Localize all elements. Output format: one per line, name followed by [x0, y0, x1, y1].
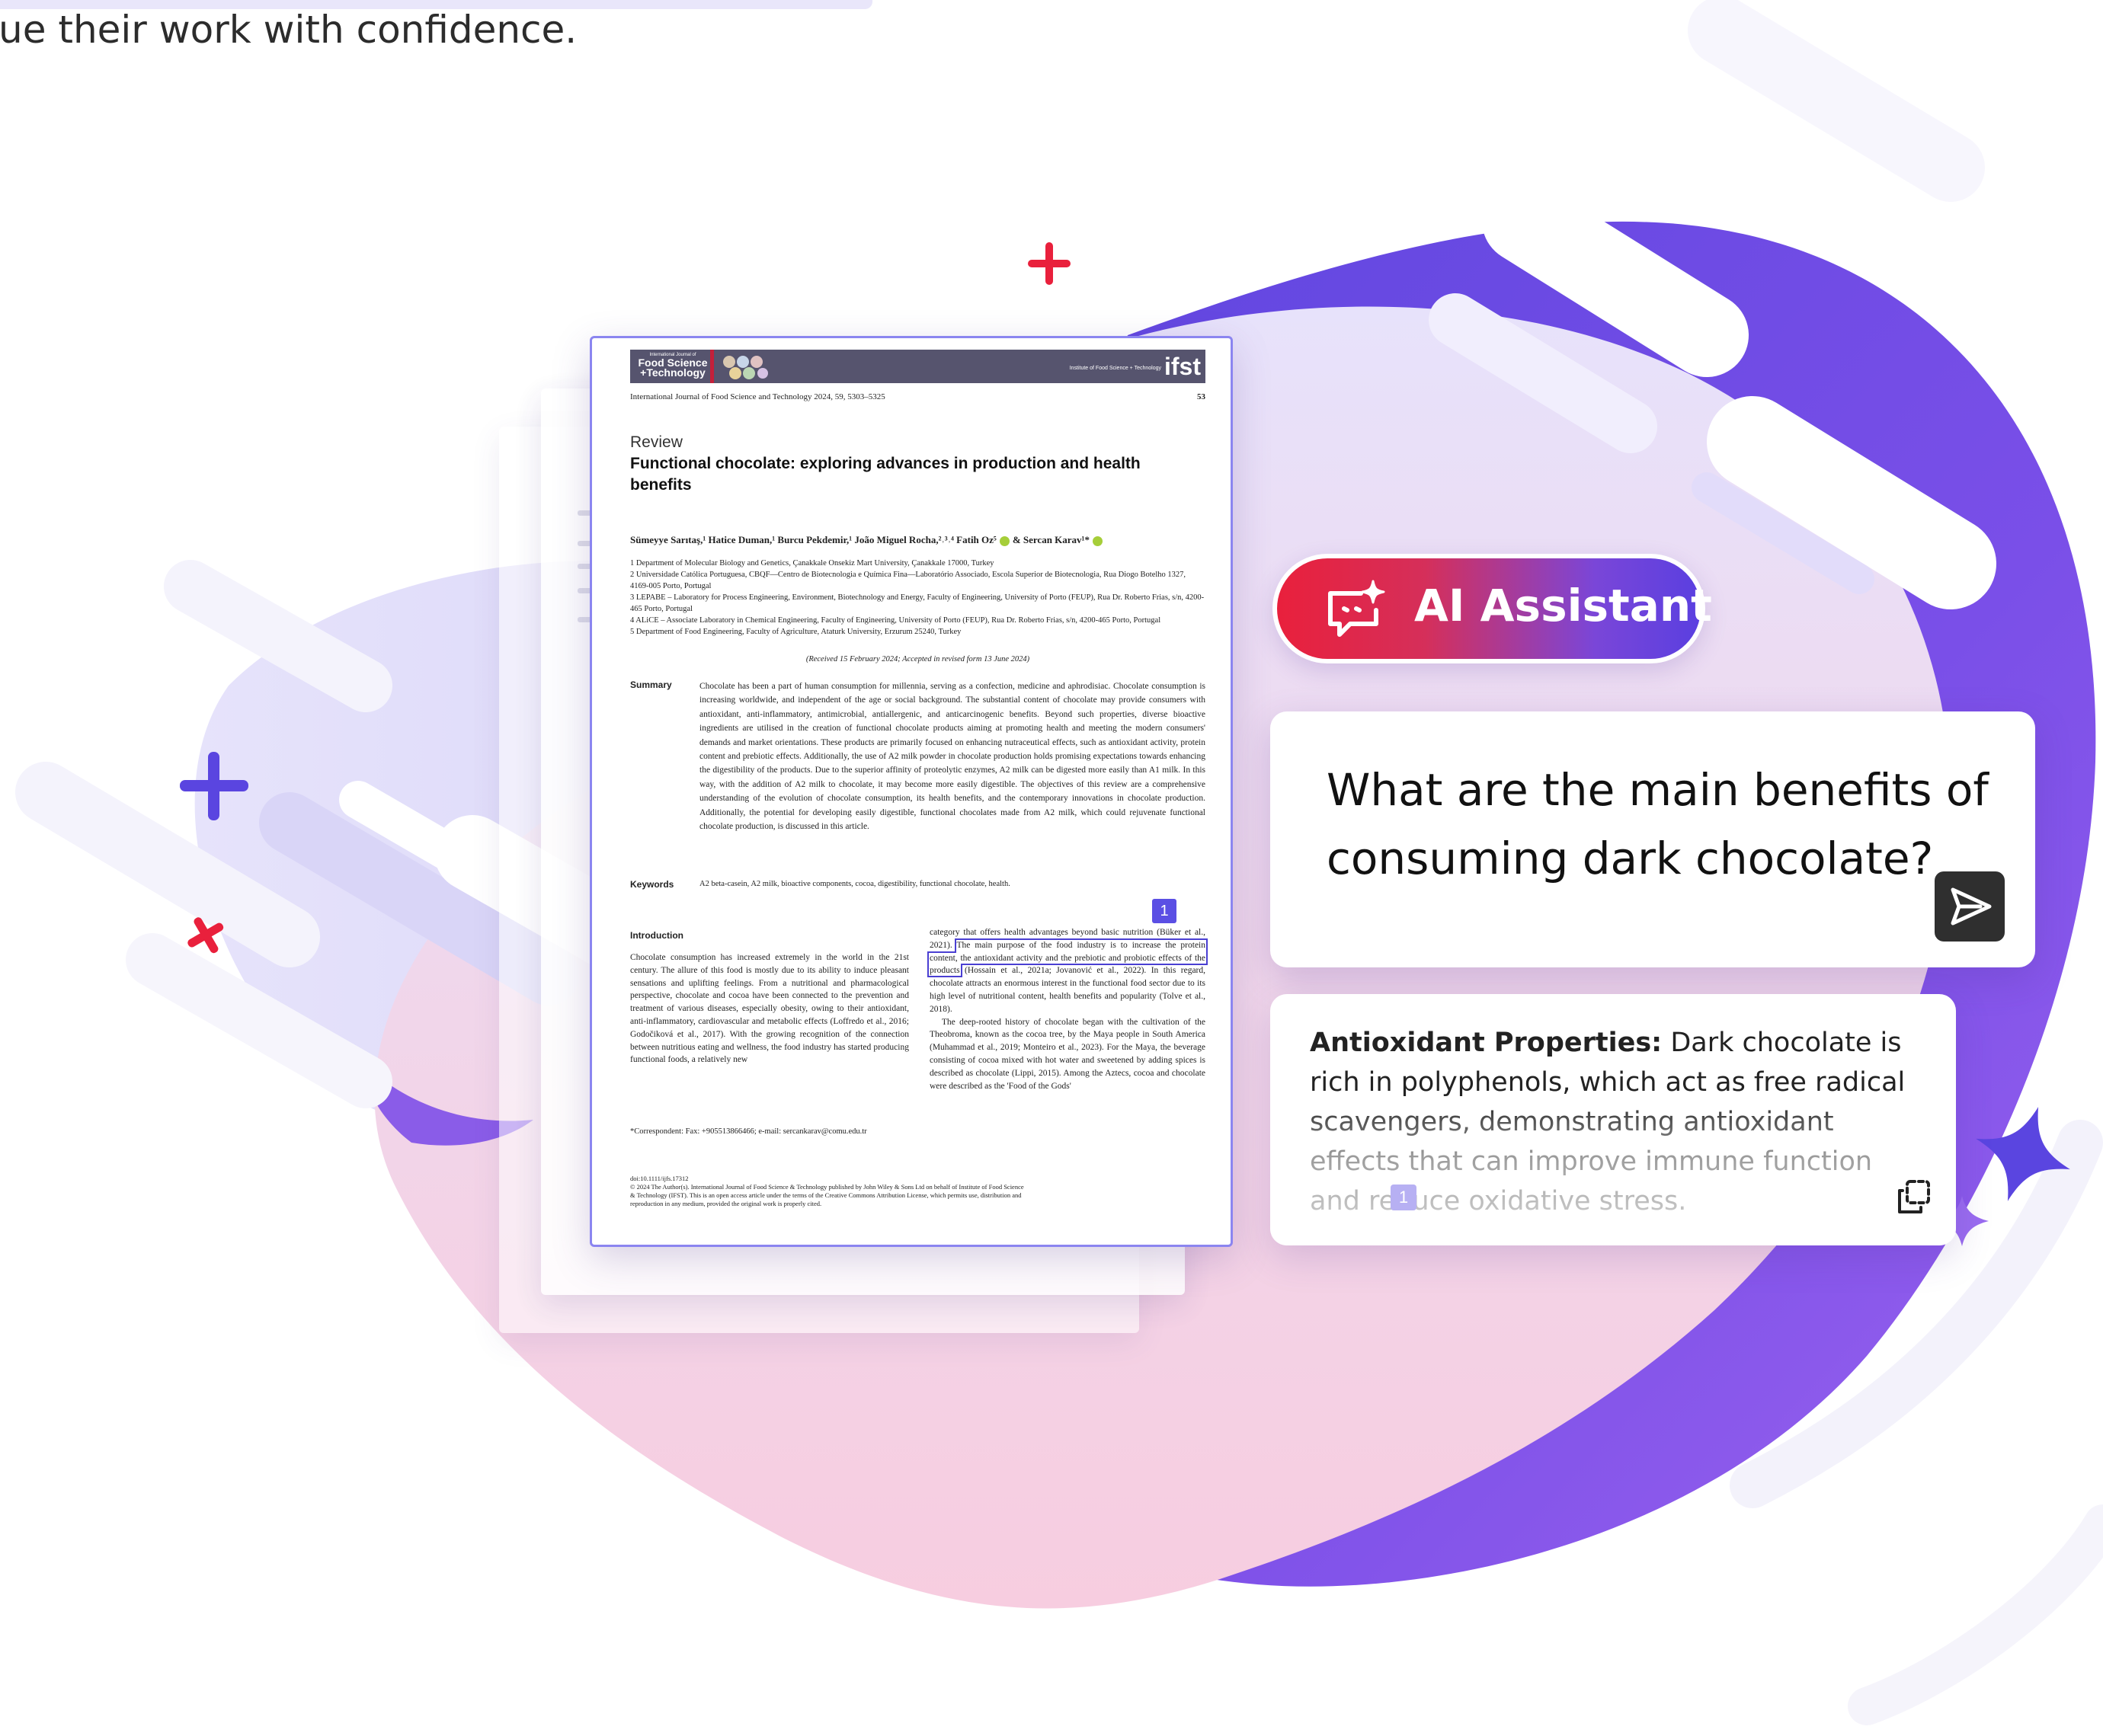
publisher-logo: Institute of Food Science + Technology if…: [1069, 353, 1201, 380]
faint-arc-2: [1848, 1504, 2103, 1725]
send-button[interactable]: [1935, 871, 2005, 942]
answer-citation-badge[interactable]: 1: [1391, 1185, 1416, 1210]
keywords-text: A2 beta-casein, A2 milk, bioactive compo…: [699, 880, 1010, 888]
journal-logo: International Journal of Food Science +T…: [638, 353, 708, 379]
keywords-label: Keywords: [630, 879, 674, 890]
article-type: Review: [630, 433, 683, 451]
license-footer: doi:10.1111/ijfs.17312 © 2024 The Author…: [630, 1175, 1024, 1207]
question-card[interactable]: What are the main benefits of consuming …: [1270, 711, 2035, 967]
citation-badge[interactable]: 1: [1152, 899, 1176, 923]
summary-label: Summary: [630, 679, 672, 690]
plus-sparkle-icon: [1028, 242, 1071, 285]
intro-column-2: category that offers health advantages b…: [927, 928, 1208, 1091]
journal-banner: International Journal of Food Science +T…: [630, 350, 1205, 383]
intro-column-1: Chocolate consumption has increased extr…: [630, 953, 909, 1065]
summary-text: Chocolate has been a part of human consu…: [699, 682, 1205, 832]
copy-icon[interactable]: [1893, 1177, 1933, 1216]
affiliations: 1 Department of Molecular Biology and Ge…: [630, 559, 1205, 636]
journal-reference: International Journal of Food Science an…: [630, 392, 885, 401]
paper-title: Functional chocolate: exploring advances…: [630, 455, 1141, 494]
answer-fade-overlay: [1270, 1097, 1956, 1245]
send-icon: [1951, 887, 1992, 926]
tagline-text: ue their work with confidence.: [0, 8, 578, 52]
journal-logo-mark: [710, 350, 714, 383]
answer-card: Antioxidant Properties: Dark chocolate i…: [1270, 994, 1956, 1245]
orcid-icon[interactable]: [999, 536, 1010, 546]
ai-assistant-icon: [1328, 580, 1385, 637]
received-dates: (Received 15 February 2024; Accepted in …: [805, 655, 1030, 663]
correspondent-note: *Correspondent: Fax: +905513866466; e-ma…: [630, 1127, 867, 1136]
introduction-heading: Introduction: [630, 930, 683, 941]
ai-assistant-pill[interactable]: AI Assistant: [1272, 554, 1712, 663]
document-page-front[interactable]: International Journal of Food Science +T…: [590, 336, 1233, 1247]
journal-cover-icons: [723, 356, 768, 379]
orcid-icon[interactable]: [1092, 536, 1103, 546]
question-text[interactable]: What are the main benefits of consuming …: [1327, 756, 1997, 893]
page-number: 53: [1197, 392, 1205, 401]
author-list: Sümeyye Sarıtaş,¹ Hatice Duman,¹ Burcu P…: [630, 534, 1205, 546]
ai-assistant-label: AI Assistant: [1414, 580, 1712, 631]
